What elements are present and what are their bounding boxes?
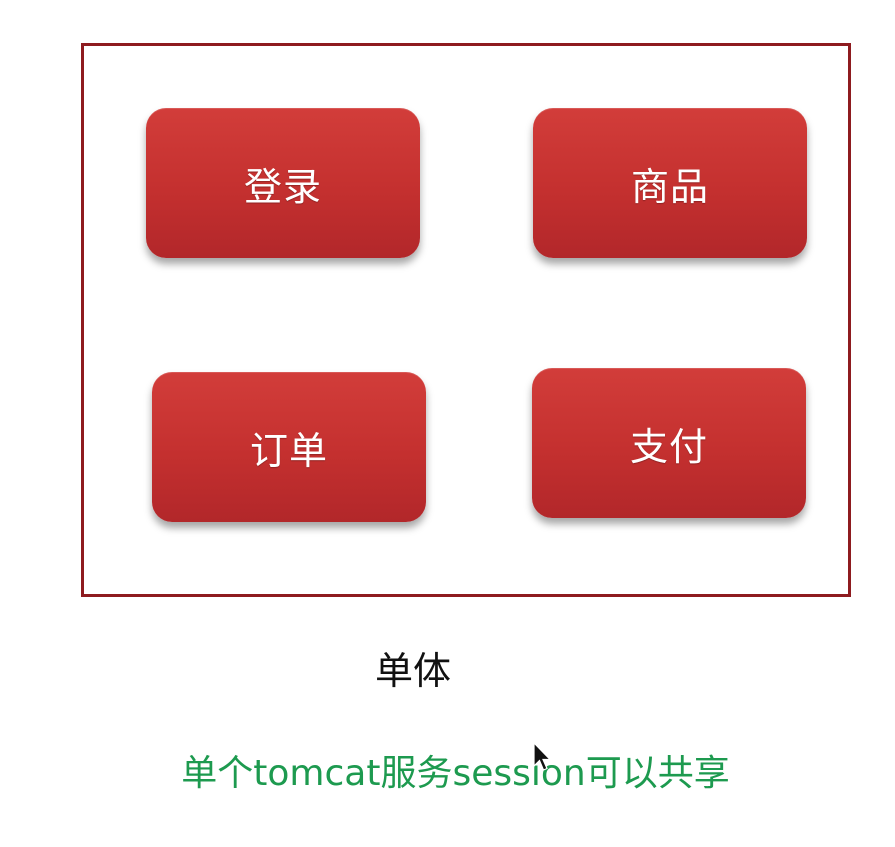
module-login-label: 登录: [243, 164, 322, 209]
mouse-pointer-icon: [533, 742, 552, 771]
module-order-label: 订单: [249, 428, 328, 473]
diagram-caption: 单体: [374, 649, 451, 693]
module-goods: 商品: [533, 108, 807, 258]
session-note: 单个tomcat服务session可以共享: [181, 753, 730, 794]
module-goods-label: 商品: [630, 164, 709, 209]
module-order: 订单: [152, 372, 426, 522]
module-pay: 支付: [532, 368, 806, 518]
module-pay-label: 支付: [629, 424, 708, 469]
module-login: 登录: [146, 108, 420, 258]
